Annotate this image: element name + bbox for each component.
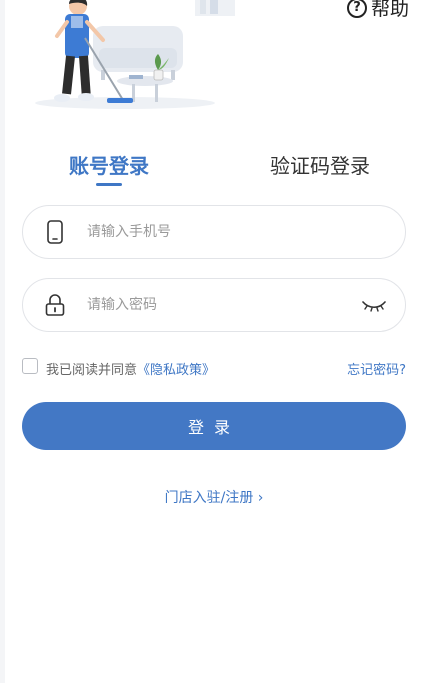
phone-input[interactable] [85, 223, 329, 241]
active-tab-indicator [96, 183, 122, 186]
agreement-text: 我已阅读并同意《隐私政策》 [46, 359, 215, 378]
eye-closed-icon[interactable] [361, 295, 387, 315]
login-tabs: 账号登录 验证码登录 [5, 150, 423, 190]
register-label: 门店入驻/注册 [164, 490, 254, 506]
login-page: ? 帮助 账号登录 验证码登录 请输入手机号 我已阅读并同意《隐私政策》 忘记密… [5, 0, 423, 683]
password-field[interactable] [22, 278, 406, 332]
tab-account-login[interactable]: 账号登录 [69, 150, 149, 179]
forgot-password-link[interactable]: 忘记密码? [347, 359, 406, 378]
lock-icon [43, 293, 67, 317]
help-button[interactable]: ? 帮助 [346, 0, 409, 21]
login-button[interactable]: 登录 [22, 402, 406, 450]
password-input[interactable] [85, 296, 329, 314]
help-label: 帮助 [370, 0, 409, 20]
phone-field[interactable] [22, 205, 406, 259]
tab-code-login[interactable]: 验证码登录 [270, 150, 370, 179]
agreement-row: 我已阅读并同意《隐私政策》 忘记密码? [22, 357, 406, 379]
agree-checkbox[interactable] [22, 358, 38, 374]
chevron-right-icon: › [257, 490, 264, 506]
question-circle-icon: ? [346, 0, 367, 18]
agreement-prefix: 我已阅读并同意 [46, 363, 138, 378]
privacy-policy-link[interactable]: 《隐私政策》 [137, 363, 215, 378]
phone-icon [43, 220, 67, 244]
store-register-link[interactable]: 门店入驻/注册 › [5, 487, 423, 507]
